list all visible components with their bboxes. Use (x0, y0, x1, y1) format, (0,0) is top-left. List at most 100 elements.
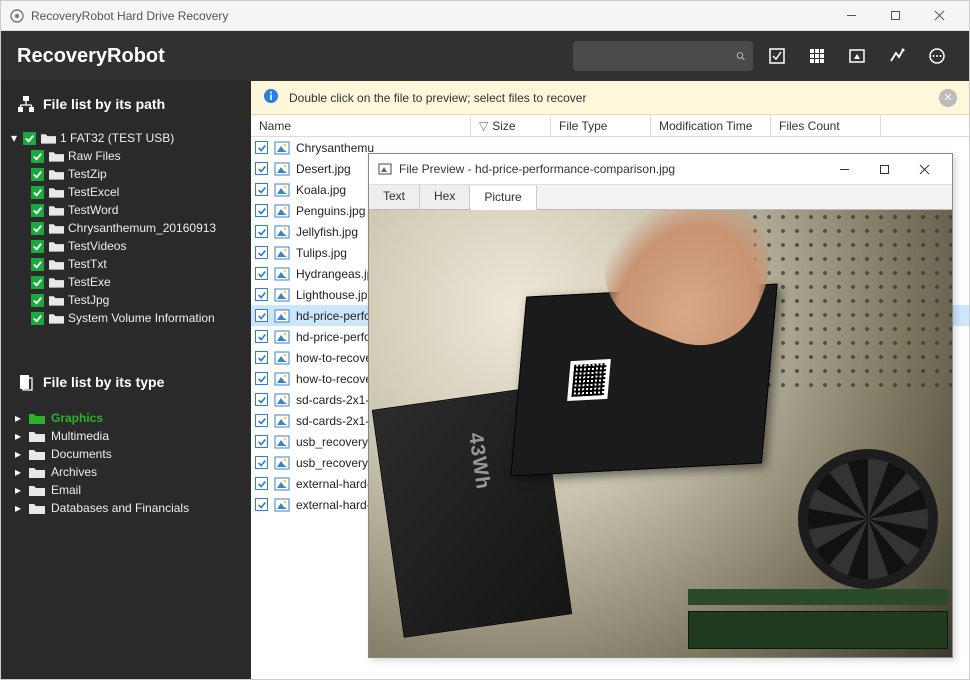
grid-view-button[interactable] (801, 40, 833, 72)
checkbox-icon[interactable] (31, 168, 44, 181)
tree-item[interactable]: Raw Files (1, 147, 251, 165)
type-item[interactable]: ▸Databases and Financials (1, 499, 251, 517)
folder-icon (48, 276, 64, 288)
checkbox-icon[interactable] (255, 141, 268, 154)
checkbox-icon[interactable] (23, 132, 36, 145)
recover-button[interactable] (881, 40, 913, 72)
checkbox-icon[interactable] (31, 204, 44, 217)
checkbox-icon[interactable] (255, 477, 268, 490)
preview-tab-hex[interactable]: Hex (420, 185, 470, 209)
tree-root[interactable]: ▾1 FAT32 (TEST USB) (1, 129, 251, 147)
tree-label: TestZip (68, 167, 107, 181)
tree-item[interactable]: TestWord (1, 201, 251, 219)
checkbox-icon[interactable] (255, 498, 268, 511)
checkbox-icon[interactable] (255, 162, 268, 175)
image-file-icon (274, 477, 290, 491)
preview-tab-text[interactable]: Text (369, 185, 420, 209)
type-item[interactable]: ▸Multimedia (1, 427, 251, 445)
window-minimize-button[interactable] (829, 1, 873, 31)
info-text: Double click on the file to preview; sel… (289, 91, 586, 105)
checkbox-icon[interactable] (255, 204, 268, 217)
col-name[interactable]: Name (251, 115, 471, 136)
type-label: Multimedia (51, 429, 109, 443)
type-item[interactable]: ▸Email (1, 481, 251, 499)
tree-item[interactable]: System Volume Information (1, 309, 251, 327)
checkbox-icon[interactable] (255, 309, 268, 322)
checkbox-icon[interactable] (31, 186, 44, 199)
path-tree: ▾1 FAT32 (TEST USB)Raw Files TestZip TestE… (1, 127, 251, 335)
preview-window[interactable]: File Preview - hd-price-performance-comp… (368, 153, 953, 658)
type-item[interactable]: ▸Graphics (1, 409, 251, 427)
checkbox-icon[interactable] (31, 150, 44, 163)
tree-item[interactable]: TestJpg (1, 291, 251, 309)
folder-icon (29, 484, 45, 496)
type-label: Documents (51, 447, 112, 461)
preview-minimize-button[interactable] (824, 154, 864, 184)
col-size[interactable]: ▽Size (471, 115, 551, 136)
checkbox-icon[interactable] (255, 246, 268, 259)
checkbox-icon[interactable] (31, 222, 44, 235)
file-name: Koala.jpg (296, 183, 346, 197)
col-filetype[interactable]: File Type (551, 115, 651, 136)
folder-icon (48, 204, 64, 216)
preview-maximize-button[interactable] (864, 154, 904, 184)
image-file-icon (274, 456, 290, 470)
tree-item[interactable]: TestTxt (1, 255, 251, 273)
more-options-button[interactable] (921, 40, 953, 72)
window-maximize-button[interactable] (873, 1, 917, 31)
type-item[interactable]: ▸Documents (1, 445, 251, 463)
col-count[interactable]: Files Count (771, 115, 881, 136)
checkbox-icon[interactable] (255, 351, 268, 364)
checkbox-icon[interactable] (255, 183, 268, 196)
preview-tab-picture[interactable]: Picture (470, 186, 536, 210)
type-section-header: File list by its type (1, 359, 251, 405)
checkbox-icon[interactable] (255, 456, 268, 469)
file-name: external-hard- (296, 477, 371, 491)
file-name: usb_recovery_ (296, 456, 375, 470)
info-close-button[interactable]: ✕ (939, 89, 957, 107)
tree-item[interactable]: TestExe (1, 273, 251, 291)
window-close-button[interactable] (917, 1, 961, 31)
checkbox-icon[interactable] (31, 294, 44, 307)
checkbox-icon[interactable] (255, 330, 268, 343)
preview-title: File Preview - hd-price-performance-comp… (399, 162, 675, 176)
column-headers: Name ▽Size File Type Modification Time F… (251, 115, 969, 137)
filetype-icon (17, 373, 35, 391)
checkbox-icon[interactable] (255, 288, 268, 301)
image-file-icon (274, 162, 290, 176)
tree-item[interactable]: Chrysanthemum_20160913 (1, 219, 251, 237)
checkbox-icon[interactable] (31, 258, 44, 271)
file-name: Desert.jpg (296, 162, 351, 176)
tree-item[interactable]: TestZip (1, 165, 251, 183)
checkbox-icon[interactable] (255, 225, 268, 238)
image-file-icon (274, 204, 290, 218)
tree-label: TestTxt (68, 257, 107, 271)
folder-icon (48, 150, 64, 162)
checkbox-icon[interactable] (255, 267, 268, 280)
checkbox-icon[interactable] (255, 372, 268, 385)
col-mtime[interactable]: Modification Time (651, 115, 771, 136)
file-name: Tulips.jpg (296, 246, 347, 260)
checkbox-icon[interactable] (31, 276, 44, 289)
folder-icon (29, 466, 45, 478)
preview-tabs: Text Hex Picture (369, 184, 952, 210)
checkbox-icon[interactable] (31, 240, 44, 253)
type-item[interactable]: ▸Archives (1, 463, 251, 481)
search-box[interactable] (573, 41, 753, 71)
checkbox-icon[interactable] (255, 414, 268, 427)
select-all-button[interactable] (761, 40, 793, 72)
checkbox-icon[interactable] (255, 393, 268, 406)
path-section-header: File list by its path (1, 81, 251, 127)
checkbox-icon[interactable] (31, 312, 44, 325)
image-file-icon (274, 183, 290, 197)
preview-titlebar[interactable]: File Preview - hd-price-performance-comp… (369, 154, 952, 184)
sidebar: File list by its path ▾1 FAT32 (TEST USB… (1, 81, 251, 679)
tree-item[interactable]: TestExcel (1, 183, 251, 201)
image-file-icon (274, 267, 290, 281)
preview-close-button[interactable] (904, 154, 944, 184)
checkbox-icon[interactable] (255, 435, 268, 448)
image-file-icon (274, 288, 290, 302)
preview-mode-button[interactable] (841, 40, 873, 72)
search-input[interactable] (581, 49, 736, 63)
tree-item[interactable]: TestVideos (1, 237, 251, 255)
